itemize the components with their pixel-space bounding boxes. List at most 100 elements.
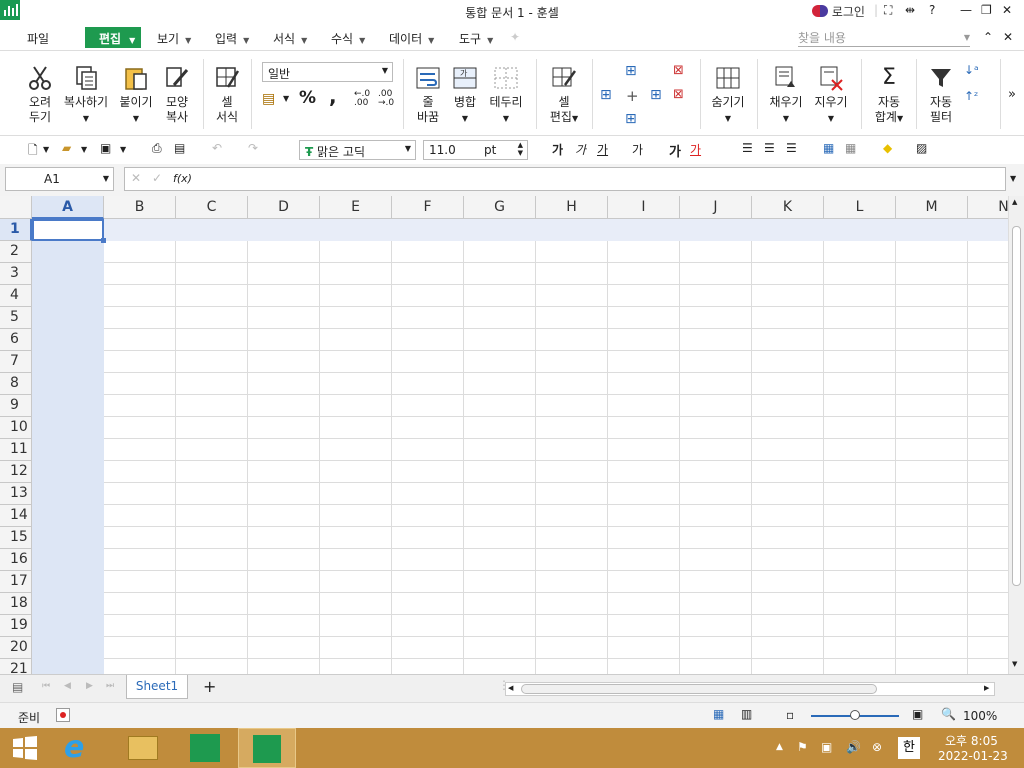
print-preview-icon[interactable]: ▤ [174, 141, 185, 155]
comma-button[interactable]: , [329, 84, 337, 108]
column-header-j[interactable]: J [680, 196, 752, 219]
row-header-13[interactable]: 13 [0, 483, 32, 505]
scroll-right-icon[interactable]: ▶ [984, 684, 989, 692]
select-all-corner[interactable] [0, 196, 32, 219]
merge-button[interactable]: 가 병합 ▼ [450, 65, 480, 126]
column-header-b[interactable]: B [104, 196, 176, 219]
zoom-out-icon[interactable]: ▫ [786, 708, 794, 722]
ribbon-more-button[interactable]: » [1008, 87, 1016, 102]
column-header-m[interactable]: M [896, 196, 968, 219]
zoom-in-icon[interactable]: ▣ [912, 707, 923, 721]
column-header-k[interactable]: K [752, 196, 824, 219]
copy-button[interactable]: 복사하기 ▼ [62, 65, 110, 126]
column-header-i[interactable]: I [608, 196, 680, 219]
macro-record-button[interactable] [56, 708, 70, 722]
border-button[interactable]: 테두리 ▼ [486, 65, 526, 126]
align-right-icon[interactable]: ☰ [786, 141, 797, 155]
hide-button[interactable]: 숨기기 ▼ [708, 65, 748, 126]
ime-status-icon[interactable]: ⊗ [872, 740, 882, 754]
scroll-left-icon[interactable]: ◀ [508, 684, 513, 692]
tab-sheet1[interactable]: Sheet1 [126, 675, 188, 699]
undo-icon[interactable]: ↶ [212, 141, 222, 155]
align-center-icon[interactable]: ☰ [764, 141, 775, 155]
scroll-thumb[interactable] [1012, 226, 1021, 586]
currency-icon[interactable]: ▤ [262, 91, 275, 107]
tray-expand-icon[interactable]: ▲ [776, 742, 783, 752]
flag-icon[interactable]: ⚑ [797, 740, 808, 754]
menu-tools[interactable]: 도구 ▼ [459, 30, 493, 47]
row-header-16[interactable]: 16 [0, 549, 32, 571]
print-icon[interactable]: ⎙ [152, 141, 162, 156]
clear-button[interactable]: 지우기 ▼ [811, 65, 851, 126]
decrease-decimal-icon[interactable]: .00 →.0 [378, 90, 394, 108]
resize-icon[interactable]: ⇹ [905, 3, 915, 17]
file-explorer-icon[interactable] [128, 736, 158, 760]
zoom-icon[interactable]: 🔍 [941, 707, 956, 721]
cancel-icon[interactable]: ✕ [131, 171, 141, 185]
row-header-10[interactable]: 10 [0, 417, 32, 439]
row-header-8[interactable]: 8 [0, 373, 32, 395]
new-doc-icon[interactable]: 🗋 [28, 141, 38, 162]
column-header-f[interactable]: F [392, 196, 464, 219]
menu-format[interactable]: 서식 ▼ [273, 30, 307, 47]
column-header-e[interactable]: E [320, 196, 392, 219]
horizontal-scrollbar[interactable]: ◀ ▶ [505, 682, 995, 696]
insert-row-below-icon[interactable]: ⊞ [625, 111, 637, 127]
close-icon[interactable]: ✕ [1002, 3, 1012, 17]
sort-ascending-icon[interactable]: ↓ᵃ [964, 63, 979, 77]
scroll-down-icon[interactable]: ▼ [1012, 660, 1017, 668]
cell-format-button[interactable]: 셀 서식 [212, 65, 242, 125]
column-header-l[interactable]: L [824, 196, 896, 219]
row-header-11[interactable]: 11 [0, 439, 32, 461]
row-header-18[interactable]: 18 [0, 593, 32, 615]
row-header-1[interactable]: 1 [0, 219, 32, 241]
add-sheet-button[interactable]: + [203, 677, 216, 696]
row-header-3[interactable]: 3 [0, 263, 32, 285]
h-scroll-thumb[interactable] [521, 684, 877, 694]
align-left-icon[interactable]: ☰ [742, 141, 753, 155]
fx-button[interactable]: f(x) [173, 172, 192, 185]
internet-explorer-icon[interactable]: e [64, 732, 98, 764]
row-header-7[interactable]: 7 [0, 351, 32, 373]
font-name-select[interactable]: Ŧ 맑은 고딕 ▼ [299, 140, 416, 160]
column-header-g[interactable]: G [464, 196, 536, 219]
format-painter-button[interactable]: 모양 복사 [160, 65, 194, 125]
sort-descending-icon[interactable]: ↑ᶻ [964, 89, 978, 103]
active-cell[interactable] [32, 219, 104, 241]
network-icon[interactable]: ▣ [821, 740, 832, 754]
menu-file[interactable]: 파일 [27, 30, 49, 47]
close-doc-icon[interactable]: ✕ [1003, 30, 1013, 44]
percent-button[interactable]: % [299, 88, 316, 108]
scroll-up-icon[interactable]: ▲ [1012, 198, 1017, 206]
fill-color-icon[interactable]: ◆ [883, 141, 892, 155]
fill-button[interactable]: 채우기 ▼ [766, 65, 806, 126]
volume-icon[interactable]: 🔊 [846, 740, 861, 754]
cut-button[interactable]: 오려 두기 [24, 65, 56, 125]
row-header-17[interactable]: 17 [0, 571, 32, 593]
chevron-down-icon[interactable]: ▼ [43, 145, 49, 154]
column-header-c[interactable]: C [176, 196, 248, 219]
column-header-h[interactable]: H [536, 196, 608, 219]
row-header-20[interactable]: 20 [0, 637, 32, 659]
insert-cell-icon[interactable]: + [626, 87, 639, 105]
delete-row-icon[interactable]: ⊠ [673, 63, 684, 78]
windows-start-icon[interactable] [11, 734, 39, 762]
zoom-slider-thumb[interactable] [850, 710, 860, 720]
taskbar-hancell[interactable] [238, 728, 296, 768]
increase-decimal-icon[interactable]: ←.0.00 [354, 90, 370, 108]
bold-button[interactable]: 가 [552, 141, 563, 158]
delete-column-icon[interactable]: ⊠ [673, 87, 684, 102]
restore-icon[interactable]: ❐ [981, 3, 992, 17]
spreadsheet-grid[interactable]: ABCDEFGHIJKLMN 1 2 3 4 5 6 7 8 9 10 11 12 13 14 15 16 17… [0, 196, 1008, 674]
formula-input[interactable]: ✕ ✓ f(x) [124, 167, 1006, 191]
menu-data[interactable]: 데이터 ▼ [389, 30, 434, 47]
fill-handle[interactable] [101, 238, 106, 243]
row-header-15[interactable]: 15 [0, 527, 32, 549]
font-grow-button[interactable]: 가 [669, 141, 681, 160]
font-size-stepper[interactable]: 11.0 pt ▲ ▼ [423, 140, 528, 160]
store-icon[interactable] [190, 734, 220, 762]
merge-center-icon[interactable]: ▦ [823, 141, 834, 155]
column-header-d[interactable]: D [248, 196, 320, 219]
cell-border-icon[interactable]: ▦ [845, 141, 856, 155]
menu-insert[interactable]: 입력 ▼ [215, 30, 249, 47]
